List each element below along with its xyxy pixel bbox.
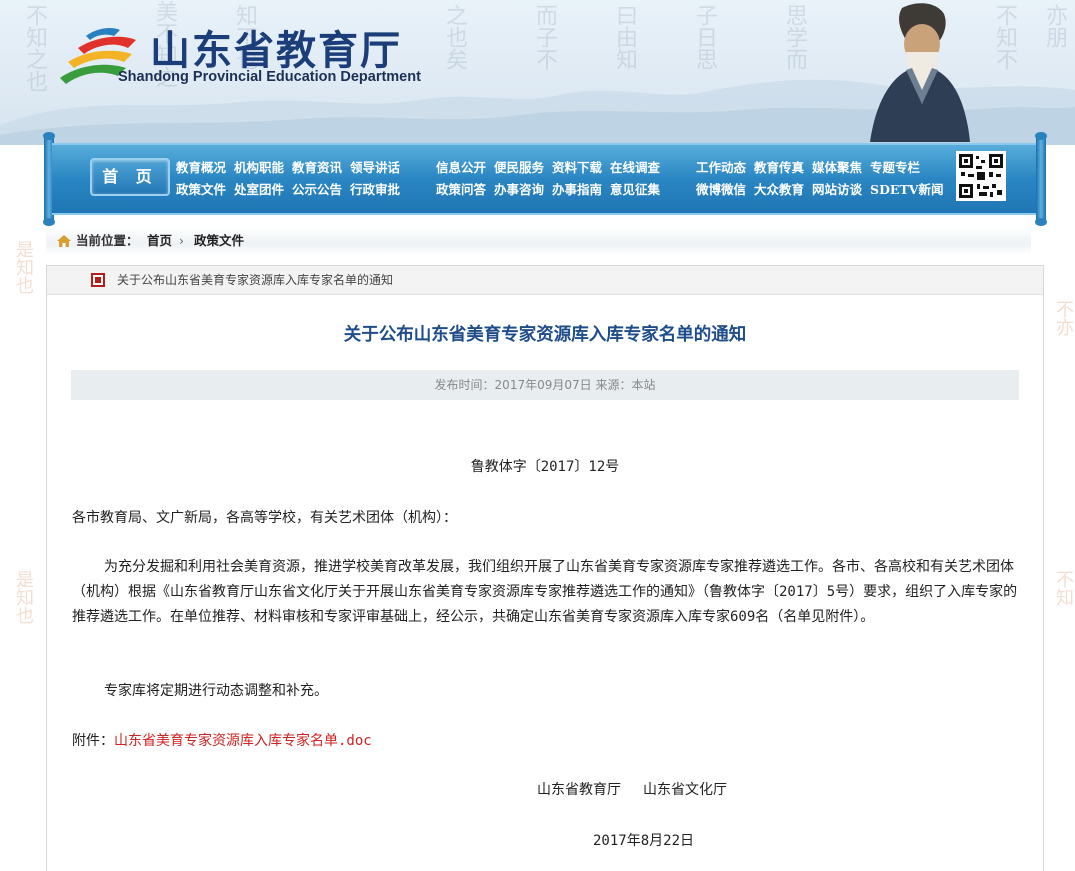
nav-panel: 首 页 教育概况 机构职能 教育资讯 领导讲话 政策文件 处室团件 公示公告 行… [52,143,1038,215]
site-banner: 不知之也 美不知之 知不也 之也矣 而子不 曰由知 子日思 思学而 不知不 亦朋… [0,0,1075,145]
nav-link[interactable]: 办事指南 [552,179,602,201]
addressee-paragraph: 各市教育局、文广新局，各高等学校，有关艺术团体（机构）： [72,510,457,526]
nav-link[interactable]: 便民服务 [494,157,544,179]
nav-group-3: 工作动态 教育传真 媒体聚焦 专题专栏 微博微信 大众教育 网站访谈 SDETV… [696,157,951,201]
breadcrumb-home-link[interactable]: 首页 [147,227,172,255]
nav-link[interactable]: 政策问答 [436,179,486,201]
main-navigation: 首 页 教育概况 机构职能 教育资讯 领导讲话 政策文件 处室团件 公示公告 行… [43,132,1047,226]
nav-link[interactable]: 公示公告 [292,179,342,201]
chevron-right-icon: › [179,233,184,248]
nav-link[interactable]: 意见征集 [610,179,660,201]
decorative-calligraphy: 亦朋 [1042,4,1067,48]
home-icon [57,235,71,247]
article-meta: 发布时间：2017年09月07日 来源：本站 [71,370,1019,400]
nav-link[interactable]: SDETV新闻 [870,179,943,201]
decorative-calligraphy: 不知 [1053,570,1074,606]
decorative-calligraphy: 不亦 [1053,300,1074,336]
nav-link[interactable]: 专题专栏 [870,157,920,179]
document-date: 2017年8月22日 [593,833,695,849]
nav-group-2: 信息公开 便民服务 资料下载 在线调查 政策问答 办事咨询 办事指南 意见征集 [436,157,668,201]
article-tab-bar: 关于公布山东省美育专家资源库入库专家名单的通知 [47,266,1043,295]
nav-link[interactable]: 行政审批 [350,179,400,201]
attachment-line: 附件：山东省美育专家资源库入库专家名单.doc [72,729,1022,754]
nav-link[interactable]: 办事咨询 [494,179,544,201]
home-button[interactable]: 首 页 [90,158,170,196]
nav-link[interactable]: 机构职能 [234,157,284,179]
body-paragraph: 专家库将定期进行动态调整和补充。 [104,683,328,699]
site-name-en: Shandong Provincial Education Department [118,69,421,85]
article-container: 关于公布山东省美育专家资源库入库专家名单的通知 关于公布山东省美育专家资源库入库… [46,265,1044,871]
decorative-calligraphy: 是知也 [13,570,34,624]
nav-link[interactable]: 教育传真 [754,157,804,179]
nav-link[interactable]: 教育资讯 [292,157,342,179]
site-name-cn: 山东省教育厅 [150,27,402,74]
breadcrumb-current-link[interactable]: 政策文件 [194,227,244,255]
attachment-link[interactable]: 山东省美育专家资源库入库专家名单.doc [114,733,372,749]
breadcrumb-label: 当前位置： [76,233,139,248]
nav-link[interactable]: 教育概况 [176,157,226,179]
nav-link[interactable]: 微博微信 [696,179,746,201]
nav-link[interactable]: 在线调查 [610,157,660,179]
scroll-rod-right [1035,132,1047,226]
tab-marker-icon [91,273,105,287]
nav-link[interactable]: 工作动态 [696,157,746,179]
document-number: 鲁教体字〔2017〕12号 [470,459,620,475]
nav-link[interactable]: 大众教育 [754,179,804,201]
breadcrumb: 当前位置： 首页 › 政策文件 [46,227,1031,255]
attachment-label: 附件： [72,733,114,749]
article-tab-title: 关于公布山东省美育专家资源库入库专家名单的通知 [117,273,394,287]
nav-link[interactable]: 媒体聚焦 [812,157,862,179]
nav-link[interactable]: 处室团件 [234,179,284,201]
signer-name: 山东省教育厅 [537,782,621,798]
decorative-calligraphy: 是知也 [13,240,34,294]
confucius-portrait-image [870,3,970,142]
article-title: 关于公布山东省美育专家资源库入库专家名单的通知 [343,325,747,345]
nav-link[interactable]: 资料下载 [552,157,602,179]
qr-code-icon[interactable] [956,151,1006,201]
nav-link[interactable]: 领导讲话 [350,157,400,179]
body-paragraph: 为充分发掘和利用社会美育资源，推进学校美育改革发展，我们组织开展了山东省美育专家… [72,559,1018,625]
nav-link[interactable]: 政策文件 [176,179,226,201]
nav-group-1: 教育概况 机构职能 教育资讯 领导讲话 政策文件 处室团件 公示公告 行政审批 [176,157,408,201]
signature-line: 山东省教育厅 山东省文化厅 [537,779,727,799]
nav-link[interactable]: 网站访谈 [812,179,862,201]
signer-name: 山东省文化厅 [643,782,727,798]
nav-link[interactable]: 信息公开 [436,157,486,179]
